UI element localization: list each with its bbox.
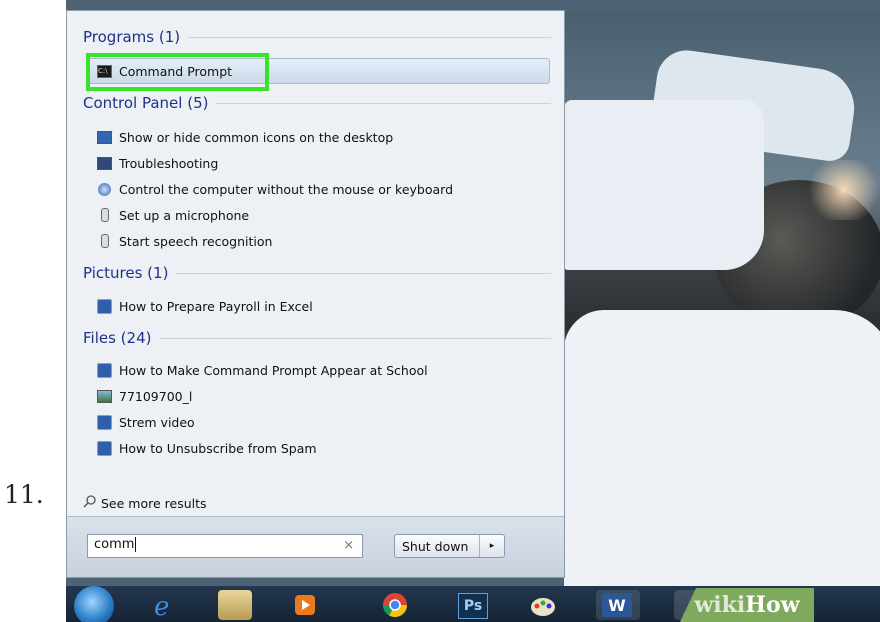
media-player-icon[interactable] xyxy=(288,590,322,620)
word-icon[interactable]: W xyxy=(596,590,640,620)
ease-of-access-icon xyxy=(97,182,112,196)
document-icon xyxy=(97,414,112,430)
chrome-icon[interactable] xyxy=(378,590,412,620)
microphone-icon xyxy=(97,208,112,222)
start-orb-icon[interactable] xyxy=(74,586,114,622)
document-icon xyxy=(97,362,112,378)
section-header-control-panel[interactable]: Control Panel (5) xyxy=(83,94,551,112)
search-input[interactable]: comm × xyxy=(87,534,363,558)
result-show-hide-icons[interactable]: Show or hide common icons on the desktop xyxy=(97,126,393,148)
search-icon xyxy=(83,495,96,511)
svg-text:e: e xyxy=(154,592,169,620)
document-icon xyxy=(97,298,112,314)
result-strem-video[interactable]: Strem video xyxy=(97,411,195,433)
desktop-wallpaper xyxy=(564,10,880,588)
result-control-without-mouse[interactable]: Control the computer without the mouse o… xyxy=(97,178,453,200)
start-menu: Programs (1) C:\ Command Prompt Control … xyxy=(66,10,565,578)
result-set-up-microphone[interactable]: Set up a microphone xyxy=(97,204,249,226)
image-icon xyxy=(97,389,112,403)
shutdown-options-arrow-icon[interactable]: ▸ xyxy=(479,535,504,557)
photoshop-icon[interactable]: Ps xyxy=(454,590,490,620)
result-unsubscribe-spam[interactable]: How to Unsubscribe from Spam xyxy=(97,437,317,459)
result-prepare-payroll[interactable]: How to Prepare Payroll in Excel xyxy=(97,295,313,317)
section-header-programs[interactable]: Programs (1) xyxy=(83,28,551,46)
paint-icon[interactable] xyxy=(526,590,560,620)
section-header-pictures[interactable]: Pictures (1) xyxy=(83,264,551,282)
result-77109700[interactable]: 77109700_l xyxy=(97,385,192,407)
result-speech-recognition[interactable]: Start speech recognition xyxy=(97,230,272,252)
start-menu-bottom-bar: comm × Shut down ▸ xyxy=(67,516,564,577)
troubleshooting-icon xyxy=(97,156,112,170)
clear-search-icon[interactable]: × xyxy=(343,538,354,553)
document-icon xyxy=(97,440,112,456)
wikihow-watermark: wiki How xyxy=(680,588,814,622)
see-more-results-link[interactable]: See more results xyxy=(83,495,207,511)
result-troubleshooting[interactable]: Troubleshooting xyxy=(97,152,218,174)
file-explorer-icon[interactable] xyxy=(218,590,252,620)
internet-explorer-icon[interactable]: e xyxy=(146,590,180,622)
annotation-highlight-box xyxy=(86,53,269,91)
step-number: 11. xyxy=(4,480,44,509)
shutdown-button[interactable]: Shut down ▸ xyxy=(394,534,505,558)
section-header-files[interactable]: Files (24) xyxy=(83,329,551,347)
microphone-icon xyxy=(97,234,112,248)
monitor-icon xyxy=(97,130,112,144)
result-command-prompt-school[interactable]: How to Make Command Prompt Appear at Sch… xyxy=(97,359,428,381)
screenshot: Programs (1) C:\ Command Prompt Control … xyxy=(66,0,880,622)
